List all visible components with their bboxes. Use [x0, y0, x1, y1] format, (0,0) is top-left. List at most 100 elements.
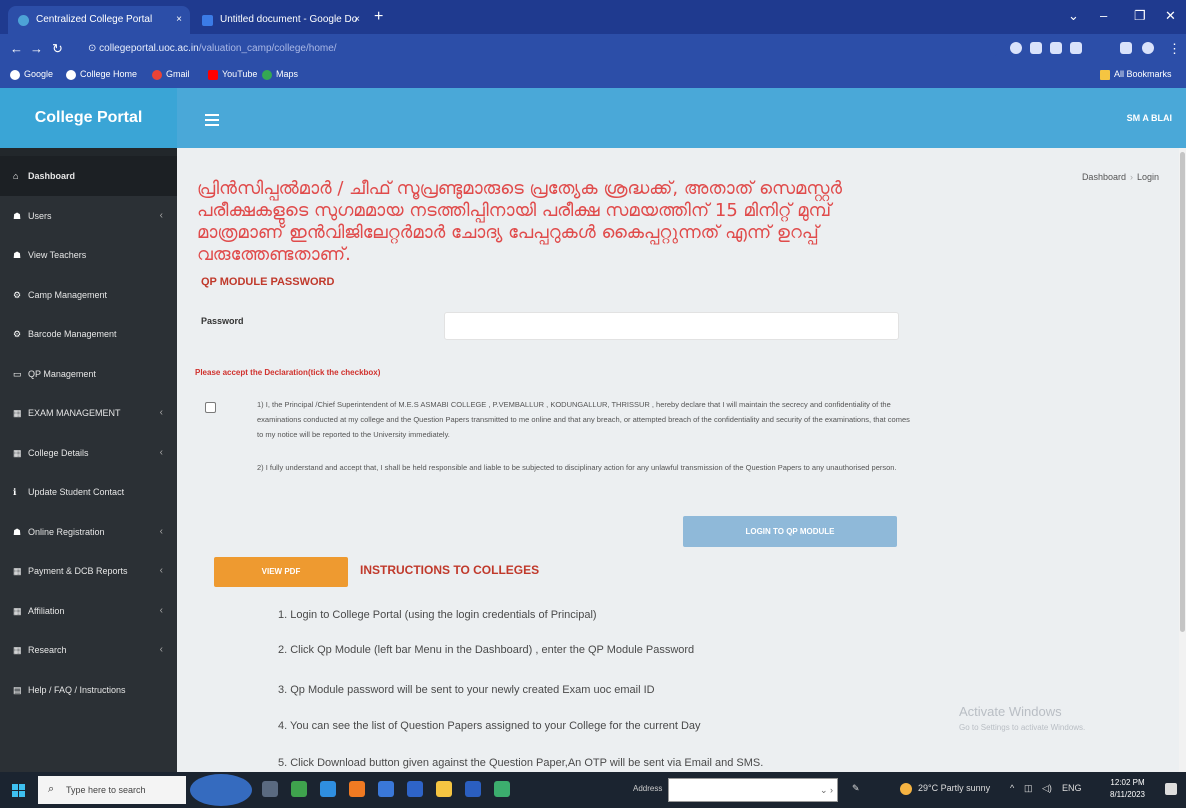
clock-time: 12:02 PM: [1110, 778, 1145, 787]
grid-icon: ▦: [13, 447, 22, 458]
hamburger-menu-icon[interactable]: [205, 114, 219, 129]
sidebar-item-view-teachers[interactable]: ☗ View Teachers: [0, 235, 177, 275]
explorer-icon[interactable]: [436, 781, 452, 797]
minimize-icon[interactable]: –: [1100, 8, 1107, 23]
task-view-icon[interactable]: [262, 781, 278, 797]
sidebar-item-research[interactable]: ▦ Research ‹: [0, 630, 177, 670]
close-window-icon[interactable]: ✕: [1165, 8, 1176, 24]
extension-icon[interactable]: [1010, 42, 1022, 54]
store-icon[interactable]: [378, 781, 394, 797]
brand-logo[interactable]: College Portal: [0, 88, 177, 148]
scrollbar-thumb[interactable]: [1180, 152, 1185, 632]
sidebar-item-label: Dashboard: [28, 171, 76, 181]
teachers-icon: ☗: [13, 250, 22, 260]
sidebar-item-camp-management[interactable]: ⚙ Camp Management: [0, 275, 177, 315]
pen-icon[interactable]: ✎: [852, 783, 860, 794]
password-input[interactable]: [444, 312, 899, 340]
profile-avatar[interactable]: [1142, 42, 1154, 54]
new-tab-button[interactable]: +: [374, 8, 383, 26]
sidebar-item-dashboard[interactable]: ⌂ Dashboard: [0, 156, 177, 196]
grid-icon: ▦: [13, 566, 22, 576]
sidebar-item-college-details[interactable]: ▦ College Details ‹: [0, 433, 177, 473]
windows-start-icon[interactable]: [12, 784, 25, 797]
maximize-icon[interactable]: ❐: [1134, 8, 1146, 24]
close-tab-icon[interactable]: ×: [354, 14, 360, 25]
bookmark-google[interactable]: Google: [10, 69, 53, 80]
instruction-item: 2. Click Qp Module (left bar Menu in the…: [278, 644, 695, 656]
tab-title: Centralized College Portal: [36, 14, 153, 25]
app-icon[interactable]: [494, 781, 510, 797]
monitor-icon: ▭: [13, 368, 22, 379]
sidebar-item-label: QP Management: [28, 368, 96, 379]
sidepanel-icon[interactable]: [1120, 42, 1132, 54]
docs-icon: [202, 15, 213, 26]
sidebar-item-payment-dcb-reports[interactable]: ▦ Payment & DCB Reports ‹: [0, 551, 177, 591]
sidebar-item-label: Update Student Contact: [28, 487, 125, 497]
sidebar-item-label: Online Registration: [28, 526, 105, 537]
forward-icon[interactable]: →: [30, 41, 43, 56]
address-toolbar-input[interactable]: ⌄ ›: [668, 778, 838, 802]
url-path: /valuation_camp/college/home/: [198, 43, 337, 54]
volume-icon[interactable]: ◁): [1042, 783, 1052, 794]
breadcrumb-home[interactable]: Dashboard: [1082, 172, 1126, 182]
firefox-icon[interactable]: [349, 781, 365, 797]
chevron-left-icon: ‹: [159, 525, 163, 537]
bookmark-youtube[interactable]: YouTube: [208, 69, 257, 80]
word-icon[interactable]: [465, 781, 481, 797]
view-pdf-button[interactable]: VIEW PDF: [214, 557, 348, 587]
chevron-left-icon: ‹: [159, 644, 163, 655]
all-bookmarks[interactable]: All Bookmarks: [1100, 69, 1172, 80]
user-menu[interactable]: SM A BLAI: [1127, 113, 1172, 123]
malayalam-notice: പ്രിൻസിപ്പൽമാർ / ചീഫ് സൂപ്രണ്ടുമാരുടെ പ്…: [197, 178, 843, 265]
sidebar-item-qp-management[interactable]: ▭ QP Management: [0, 354, 177, 394]
sidebar-item-online-registration[interactable]: ☗ Online Registration ‹: [0, 512, 177, 552]
bookmark-star-icon[interactable]: [1070, 42, 1082, 54]
sidebar-item-users[interactable]: ☗ Users ‹: [0, 196, 177, 236]
lock-icon: ⊙: [88, 43, 100, 54]
tab-college-portal[interactable]: Centralized College Portal ×: [8, 6, 190, 34]
bookmark-maps[interactable]: Maps: [262, 69, 298, 80]
extension-icon[interactable]: [1030, 42, 1042, 54]
mail-icon[interactable]: [407, 781, 423, 797]
language-icon[interactable]: ENG: [1062, 783, 1082, 793]
sidebar-item-update-student-contact[interactable]: ℹ Update Student Contact: [0, 472, 177, 512]
declaration-checkbox[interactable]: [205, 402, 216, 413]
sidebar-item-label: Research: [28, 645, 67, 655]
sidebar-item-label: Payment & DCB Reports: [28, 566, 128, 576]
globe-icon: [18, 15, 29, 26]
notification-icon[interactable]: [1165, 783, 1177, 795]
back-icon[interactable]: ←: [10, 41, 23, 56]
taskbar-search-input[interactable]: ⌕ Type here to search: [38, 776, 186, 804]
chevron-down-icon[interactable]: ⌄: [1068, 8, 1079, 24]
taskbar-clock[interactable]: 12:02 PM 8/11/2023: [1110, 777, 1145, 801]
home-icon: ⌂: [13, 171, 19, 181]
sidebar-item-exam-management[interactable]: ▦ EXAM MANAGEMENT ‹: [0, 393, 177, 433]
sidebar-item-label: Users: [28, 210, 52, 221]
windows-taskbar: ⌕ Type here to search Address ⌄ › ✎ 29°C…: [0, 772, 1186, 808]
chrome-icon[interactable]: [291, 781, 307, 797]
edge-icon[interactable]: [320, 781, 336, 797]
clock-date: 8/11/2023: [1110, 790, 1145, 799]
password-label: Password: [201, 316, 244, 326]
bookmark-gmail[interactable]: Gmail: [152, 69, 190, 80]
login-qp-module-button[interactable]: LOGIN TO QP MODULE: [683, 516, 897, 547]
sidebar-item-barcode-management[interactable]: ⚙ Barcode Management: [0, 314, 177, 354]
search-highlight-icon[interactable]: [190, 774, 252, 806]
watermark-title: Activate Windows: [959, 704, 1062, 719]
sidebar-item-affiliation[interactable]: ▦ Affiliation ‹: [0, 591, 177, 631]
sidebar-item-help-faq-instructions[interactable]: ▤ Help / FAQ / Instructions: [0, 670, 177, 710]
network-icon[interactable]: ◫: [1024, 783, 1033, 794]
weather-text[interactable]: 29°C Partly sunny: [918, 783, 990, 793]
bookmark-college-home[interactable]: College Home: [66, 69, 137, 80]
reload-icon[interactable]: ↻: [52, 41, 63, 57]
share-icon[interactable]: [1050, 42, 1062, 54]
tray-chevron-icon[interactable]: ^: [1010, 783, 1014, 793]
close-tab-icon[interactable]: ×: [176, 14, 182, 25]
tab-google-docs[interactable]: Untitled document - Google Do ×: [192, 6, 368, 34]
folder-icon: [1100, 70, 1110, 80]
gear-icon: ⚙: [13, 329, 22, 339]
menu-dots-icon[interactable]: ⋮: [1168, 41, 1181, 57]
page-scrollbar[interactable]: [1179, 148, 1186, 772]
url-input[interactable]: ⊙ collegeportal.uoc.ac.in/valuation_camp…: [78, 39, 998, 59]
app-header: SM A BLAI: [177, 88, 1186, 148]
